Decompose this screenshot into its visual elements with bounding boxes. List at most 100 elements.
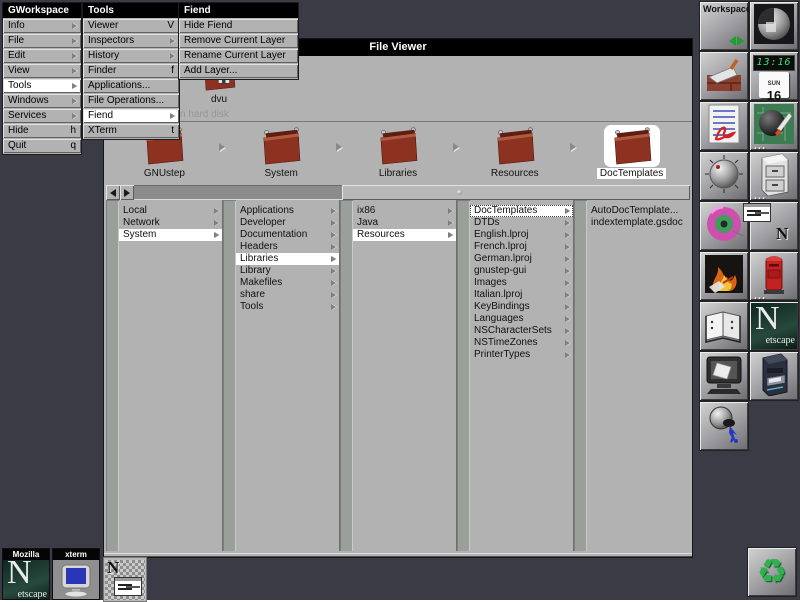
browser-item-library[interactable]: Library [236,265,339,277]
column-scrollbar[interactable] [340,200,353,551]
browser-item-libraries[interactable]: Libraries [236,253,339,265]
browser-item-label: PrinterTypes [474,349,530,360]
browser-item-label: ix86 [357,205,375,216]
column-scrollbar[interactable] [223,200,236,551]
scrollbar-trough[interactable] [134,185,342,200]
dock-tile-open-book[interactable] [700,302,748,350]
browser-item-share[interactable]: share [236,289,339,301]
dock-tile-postbox[interactable]: ... [750,252,798,300]
netscape-logo-icon: Netscape [751,303,797,349]
menu-item-hide-fiend[interactable]: Hide Fiend [179,19,298,33]
menu-item-edit[interactable]: Edit [3,49,81,63]
browser-item-italian-lproj[interactable]: Italian.lproj [470,289,573,301]
browser-item-java[interactable]: Java [353,217,456,229]
browser-item-printertypes[interactable]: PrinterTypes [470,349,573,361]
menu-item-xterm[interactable]: XTermt [83,124,179,138]
browser-item-network[interactable]: Network [119,217,222,229]
menu-item-rename-current-layer[interactable]: Rename Current Layer [179,49,298,63]
browser-item-local[interactable]: Local [119,205,222,217]
window-resize-bar[interactable] [104,553,692,557]
browser-item-ix86[interactable]: ix86 [353,205,456,217]
browser-item-english-lproj[interactable]: English.lproj [470,229,573,241]
path-folder-resources[interactable]: Resources [456,123,573,184]
menu-item-tools[interactable]: Tools [3,79,81,93]
menu-item-services[interactable]: Services [3,109,81,123]
mini-appicon-mail-checkered[interactable]: N [103,557,147,602]
dock-tile-workspace-pager[interactable]: Workspace [700,2,748,50]
browser-item-tools[interactable]: Tools [236,301,339,313]
browser-item-images[interactable]: Images [470,277,573,289]
menu-item-history[interactable]: History [83,49,179,63]
browser-item-nstimezones[interactable]: NSTimeZones [470,337,573,349]
path-folder-libraries[interactable]: Libraries [340,123,457,184]
menu-item-info[interactable]: Info [3,19,81,33]
menu-item-inspectors[interactable]: Inspectors [83,34,179,48]
browser-item-label: Resources [357,229,405,240]
column-scrollbar[interactable] [106,200,119,551]
menu-item-hide[interactable]: Hideh [3,124,81,138]
dock-tile-brick-trowel[interactable] [700,52,748,100]
menu-item-remove-current-layer[interactable]: Remove Current Layer [179,34,298,48]
browser-item-languages[interactable]: Languages [470,313,573,325]
column-scrollbar[interactable] [457,200,470,551]
miniwindow-xterm[interactable]: xterm [52,548,100,600]
menu-item-finder[interactable]: Finderf [83,64,179,78]
dock-tile-acrobat-document[interactable] [700,102,748,150]
browser-item-resources[interactable]: Resources [353,229,456,241]
column-scrollbar[interactable] [574,200,587,551]
browser-item-developer[interactable]: Developer [236,217,339,229]
dock-tile-ink-bottle[interactable] [700,402,748,450]
scrollbar-knob[interactable] [342,185,690,200]
menu-item-quit[interactable]: Quitq [3,139,81,153]
browser-item-french-lproj[interactable]: French.lproj [470,241,573,253]
path-folder-system[interactable]: System [223,123,340,184]
recycler-dock-tile[interactable]: ♻ [748,548,796,596]
dock-tile-paint-sphere[interactable]: ... [750,102,798,150]
horizontal-scrollbar[interactable] [106,185,690,200]
column-list: DocTemplatesDTDsEnglish.lprojFrench.lpro… [470,200,573,551]
menu-title-gworkspace[interactable]: GWorkspace [3,3,81,18]
browser-item-label: indextemplate.gsdoc [591,217,683,228]
browser-item-documentation[interactable]: Documentation [236,229,339,241]
dock-tile-file-cabinet[interactable]: ... [750,152,798,200]
path-folder-doctemplates[interactable]: DocTemplates [573,123,690,184]
browser-item-keybindings[interactable]: KeyBindings [470,301,573,313]
scroll-right-button[interactable] [120,185,134,200]
dock-tile-drive-tower[interactable] [750,352,798,400]
browser-item-dtds[interactable]: DTDs [470,217,573,229]
browser-item-indextemplate-gsdoc[interactable]: indextemplate.gsdoc [587,217,690,229]
browser-item-doctemplates[interactable]: DocTemplates [470,205,573,217]
browser-item-applications[interactable]: Applications [236,205,339,217]
menu-item-windows[interactable]: Windows [3,94,81,108]
scroll-left-button[interactable] [106,185,120,200]
menu-title-tools[interactable]: Tools [83,3,179,18]
browser-item-headers[interactable]: Headers [236,241,339,253]
browser-item-nscharactersets[interactable]: NSCharacterSets [470,325,573,337]
dock-tile-monitor-scanner[interactable] [700,352,748,400]
dock-tile-volume-knob[interactable] [700,152,748,200]
pager-right-arrow-icon [737,36,744,46]
dock-tile-netscape-logo[interactable]: Netscape [750,302,798,350]
browser-item-system[interactable]: System [119,229,222,241]
menu-item-fiend[interactable]: Fiend [83,109,179,123]
menu-item-label: Remove Current Layer [184,34,285,48]
browser-item-autodoctemplate[interactable]: AutoDocTemplate... [587,205,690,217]
branch-arrow-icon [331,256,336,262]
browser-item-gnustep-gui[interactable]: gnustep-gui [470,265,573,277]
dock-tile-cd-disc[interactable] [700,202,748,250]
menu-item-viewer[interactable]: ViewerV [83,19,179,33]
menu-item-applications[interactable]: Applications... [83,79,179,93]
menu-item-file-operations[interactable]: File Operations... [83,94,179,108]
menu-item-view[interactable]: View [3,64,81,78]
miniwindow-mozilla[interactable]: MozillaNetscape [2,548,50,600]
dock-tile-sphere-chart[interactable] [750,2,798,50]
browser-item-makefiles[interactable]: Makefiles [236,277,339,289]
running-indicator-dots: ... [754,290,766,302]
browser-item-german-lproj[interactable]: German.lproj [470,253,573,265]
menu-item-add-layer[interactable]: Add Layer... [179,64,298,78]
dock-tile-fire-burner[interactable] [700,252,748,300]
dock-tile-mail-checkered[interactable]: N [750,202,798,250]
menu-title-fiend[interactable]: Fiend [179,3,298,18]
dock-tile-clock-calendar[interactable]: 13:16SUN16MAR [750,52,798,100]
menu-item-file[interactable]: File [3,34,81,48]
